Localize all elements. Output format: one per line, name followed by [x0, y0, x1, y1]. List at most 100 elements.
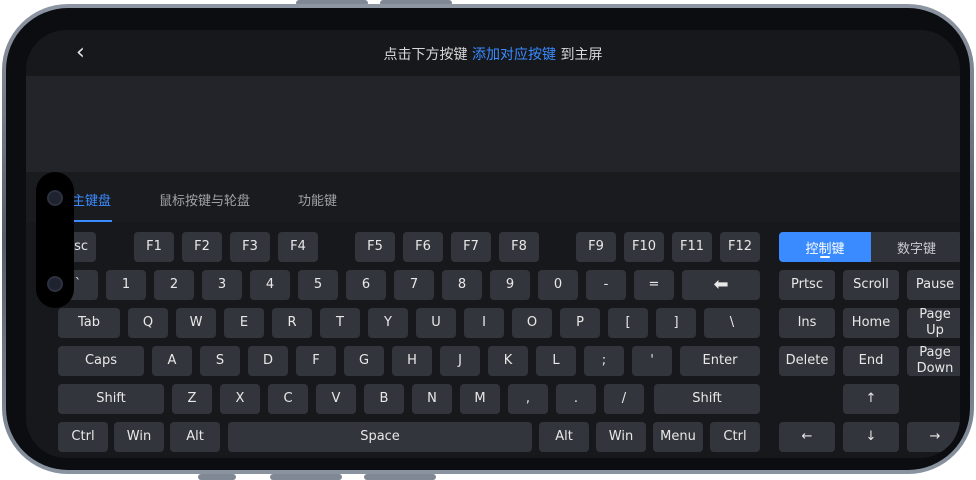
key-left-alt[interactable]: Alt	[170, 422, 220, 452]
key-c[interactable]: C	[268, 384, 308, 414]
key-w[interactable]: W	[176, 308, 216, 338]
key-3[interactable]: 3	[202, 270, 242, 300]
key-semicolon[interactable]: ;	[584, 346, 624, 376]
tab-main-keyboard[interactable]: 主键盘	[72, 190, 111, 209]
page-title: 点击下方按键 添加对应按键 到主屏	[26, 44, 960, 64]
key-home[interactable]: Home	[843, 308, 899, 338]
key-page-down[interactable]: Page Down	[907, 345, 960, 376]
key-f2[interactable]: F2	[182, 232, 222, 262]
title-text-1: 点击下方按键	[383, 47, 472, 63]
key-g[interactable]: G	[344, 346, 384, 376]
key-u[interactable]: U	[416, 308, 456, 338]
key-e[interactable]: E	[224, 308, 264, 338]
arrow-right-key[interactable]: →	[907, 422, 960, 452]
key-r[interactable]: R	[272, 308, 312, 338]
key-tab[interactable]: Tab	[58, 308, 120, 338]
key-k[interactable]: K	[488, 346, 528, 376]
key-n[interactable]: N	[412, 384, 452, 414]
key-right-win[interactable]: Win	[596, 422, 646, 452]
key-f12[interactable]: F12	[720, 232, 760, 262]
key-b[interactable]: B	[364, 384, 404, 414]
key-a[interactable]: A	[152, 346, 192, 376]
camera-lens-icon	[47, 276, 63, 292]
side-button-bottom-2	[270, 474, 342, 480]
key-o[interactable]: O	[512, 308, 552, 338]
key-f1[interactable]: F1	[134, 232, 174, 262]
key-quote[interactable]: '	[632, 346, 672, 376]
tab-function-keys[interactable]: 功能键	[298, 190, 337, 209]
key-1[interactable]: 1	[106, 270, 146, 300]
key-pause[interactable]: Pause	[907, 270, 960, 300]
key-menu[interactable]: Menu	[653, 422, 703, 452]
key-6[interactable]: 6	[346, 270, 386, 300]
key-right-alt[interactable]: Alt	[539, 422, 589, 452]
key-d[interactable]: D	[248, 346, 288, 376]
key-f7[interactable]: F7	[451, 232, 491, 262]
key-backslash[interactable]: \	[704, 308, 760, 338]
key-h[interactable]: H	[392, 346, 432, 376]
key-f[interactable]: F	[296, 346, 336, 376]
phone-bezel: ‹ 点击下方按键 添加对应按键 到主屏 主键盘 鼠标按键与轮盘 功能键 Esc …	[6, 8, 970, 470]
tab-mouse-wheel[interactable]: 鼠标按键与轮盘	[159, 190, 250, 209]
key-v[interactable]: V	[316, 384, 356, 414]
key-f8[interactable]: F8	[499, 232, 539, 262]
top-bar: ‹ 点击下方按键 添加对应按键 到主屏	[26, 30, 960, 76]
key-9[interactable]: 9	[490, 270, 530, 300]
key-prtsc[interactable]: Prtsc	[779, 270, 835, 300]
key-equals[interactable]: =	[634, 270, 674, 300]
key-slash[interactable]: /	[604, 384, 644, 414]
arrow-up-key[interactable]: ↑	[843, 384, 899, 414]
key-left-shift[interactable]: Shift	[58, 384, 164, 414]
key-x[interactable]: X	[220, 384, 260, 414]
key-z[interactable]: Z	[172, 384, 212, 414]
key-f3[interactable]: F3	[230, 232, 270, 262]
key-right-ctrl[interactable]: Ctrl	[710, 422, 760, 452]
key-type-switch: 控制键 数字键	[779, 232, 960, 262]
key-right-bracket[interactable]: ]	[656, 308, 696, 338]
side-button-bottom-3	[364, 474, 436, 480]
arrow-down-key[interactable]: ↓	[843, 422, 899, 452]
key-left-ctrl[interactable]: Ctrl	[58, 422, 108, 452]
key-f4[interactable]: F4	[278, 232, 318, 262]
key-space[interactable]: Space	[228, 422, 532, 452]
key-p[interactable]: P	[560, 308, 600, 338]
key-period[interactable]: .	[556, 384, 596, 414]
segment-numeric-keys[interactable]: 数字键	[871, 232, 960, 262]
key-f11[interactable]: F11	[672, 232, 712, 262]
key-8[interactable]: 8	[442, 270, 482, 300]
camera-lens-icon	[47, 190, 63, 206]
key-t[interactable]: T	[320, 308, 360, 338]
phone-frame: ‹ 点击下方按键 添加对应按键 到主屏 主键盘 鼠标按键与轮盘 功能键 Esc …	[2, 4, 974, 474]
key-end[interactable]: End	[843, 346, 899, 376]
key-5[interactable]: 5	[298, 270, 338, 300]
key-caps[interactable]: Caps	[58, 346, 144, 376]
key-f5[interactable]: F5	[355, 232, 395, 262]
key-m[interactable]: M	[460, 384, 500, 414]
arrow-left-key[interactable]: ←	[779, 422, 835, 452]
key-scroll[interactable]: Scroll	[843, 270, 899, 300]
key-minus[interactable]: -	[586, 270, 626, 300]
key-delete[interactable]: Delete	[779, 346, 835, 376]
key-insert[interactable]: Ins	[779, 308, 835, 338]
key-f9[interactable]: F9	[576, 232, 616, 262]
key-4[interactable]: 4	[250, 270, 290, 300]
key-f10[interactable]: F10	[624, 232, 664, 262]
key-left-bracket[interactable]: [	[608, 308, 648, 338]
key-s[interactable]: S	[200, 346, 240, 376]
key-left-win[interactable]: Win	[114, 422, 164, 452]
key-f6[interactable]: F6	[403, 232, 443, 262]
key-enter[interactable]: Enter	[680, 346, 760, 376]
key-comma[interactable]: ,	[508, 384, 548, 414]
key-2[interactable]: 2	[154, 270, 194, 300]
key-j[interactable]: J	[440, 346, 480, 376]
key-backspace[interactable]: ⬅	[682, 270, 760, 300]
key-l[interactable]: L	[536, 346, 576, 376]
key-y[interactable]: Y	[368, 308, 408, 338]
key-right-shift[interactable]: Shift	[654, 384, 760, 414]
key-page-up[interactable]: Page Up	[907, 307, 960, 338]
key-q[interactable]: Q	[128, 308, 168, 338]
key-i[interactable]: I	[464, 308, 504, 338]
key-7[interactable]: 7	[394, 270, 434, 300]
key-0[interactable]: 0	[538, 270, 578, 300]
camera-cutout	[36, 172, 74, 308]
